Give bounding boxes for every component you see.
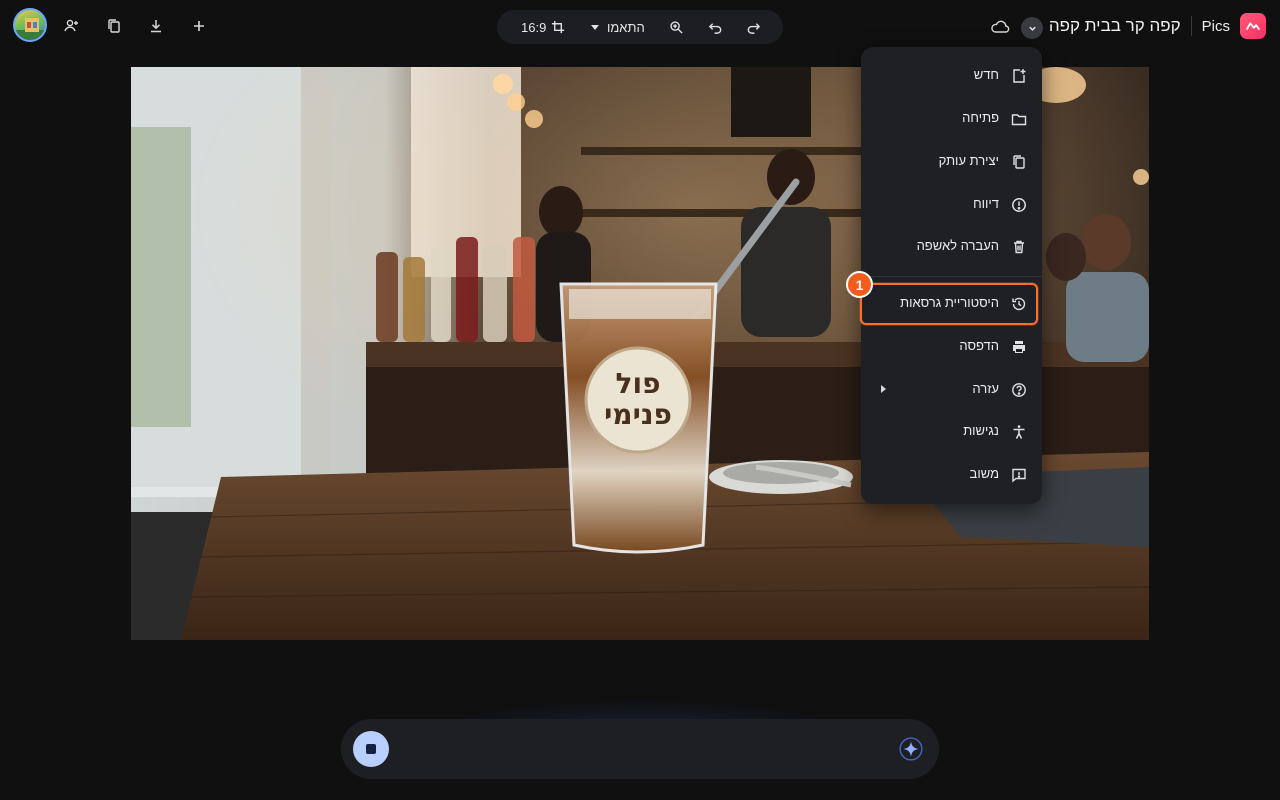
cup-label-line2: פנימי [604,398,672,431]
feedback-icon [1012,468,1026,483]
adjust-label: התאמו [607,19,645,35]
undo-icon[interactable] [708,10,723,44]
aspect-ratio-button[interactable]: 16:9 [521,10,546,44]
menu-item-print[interactable]: הדפסה [861,330,1042,364]
step-badge: 1 [846,271,873,298]
document-title[interactable]: קפה קר בבית קפה [1049,16,1181,36]
menu-item-trash[interactable]: העברה לאשפה [861,230,1042,264]
chevron-down-icon [1028,26,1036,31]
menu-item-label: פתיחה [962,110,999,125]
report-icon [1012,198,1026,212]
zoom-icon[interactable] [669,10,684,44]
trash-icon [1014,240,1024,254]
menu-item-label: נגישות [963,423,999,438]
divider [1190,16,1192,36]
menu-item-accessibility[interactable]: נגישות [861,415,1042,449]
brand-area: Pics קפה קר בבית קפה [1049,12,1266,40]
menu-item-feedback[interactable]: משוב [861,458,1042,492]
download-icon[interactable] [143,13,169,39]
menu-item-new[interactable]: חדש [861,59,1042,93]
dropdown-caret-icon [591,24,599,30]
menu-item-make-copy[interactable]: יצירת עותק [861,145,1042,179]
sparkle-icon [899,737,923,761]
pics-logo-icon[interactable] [1240,13,1266,39]
copy-icon[interactable] [101,13,127,39]
cup-label-line1: פול [616,367,661,400]
menu-item-report[interactable]: דיווח [861,188,1042,222]
stop-icon [366,744,376,754]
print-icon [1013,341,1025,353]
avatar[interactable] [13,8,47,42]
help-icon [1012,383,1026,397]
title-menu-chevron[interactable] [1021,17,1043,39]
menu-item-label: דיווח [973,196,999,211]
accessibility-icon [1013,425,1025,439]
aspect-ratio-label: 16:9 [521,19,547,35]
brand-name: Pics [1201,17,1230,35]
menu-item-label: העברה לאשפה [916,238,999,253]
add-icon[interactable] [186,13,212,39]
cloud-icon[interactable] [990,19,1010,35]
sparkle-button[interactable] [897,735,925,763]
new-file-icon [1013,69,1026,83]
menu-item-open[interactable]: פתיחה [861,102,1042,136]
file-menu: חדש פתיחה יצירת עותק דיווח העברה לאשפה ה… [861,47,1042,504]
menu-divider [861,276,1042,277]
adjust-dropdown[interactable]: התאמו [589,10,645,44]
image-toolbar: 16:9 התאמו [497,10,783,44]
redo-icon[interactable] [746,10,761,44]
folder-icon [1011,114,1027,126]
crop-icon[interactable] [551,10,566,44]
menu-item-label: משוב [969,466,999,481]
menu-item-help[interactable]: עזרה [861,373,1042,407]
menu-item-label: יצירת עותק [938,153,999,168]
submenu-arrow-icon [881,385,886,393]
add-user-icon[interactable] [58,13,84,39]
top-bar: 16:9 התאמו Pics קפה קר בבית קפה [0,0,1280,54]
menu-item-label: הדפסה [959,338,999,353]
copy-icon [1013,155,1025,169]
menu-item-label: עזרה [972,381,999,396]
menu-item-label: חדש [973,67,999,82]
prompt-bar[interactable] [341,719,939,779]
stop-button[interactable] [353,731,389,767]
highlight-box [860,283,1038,325]
